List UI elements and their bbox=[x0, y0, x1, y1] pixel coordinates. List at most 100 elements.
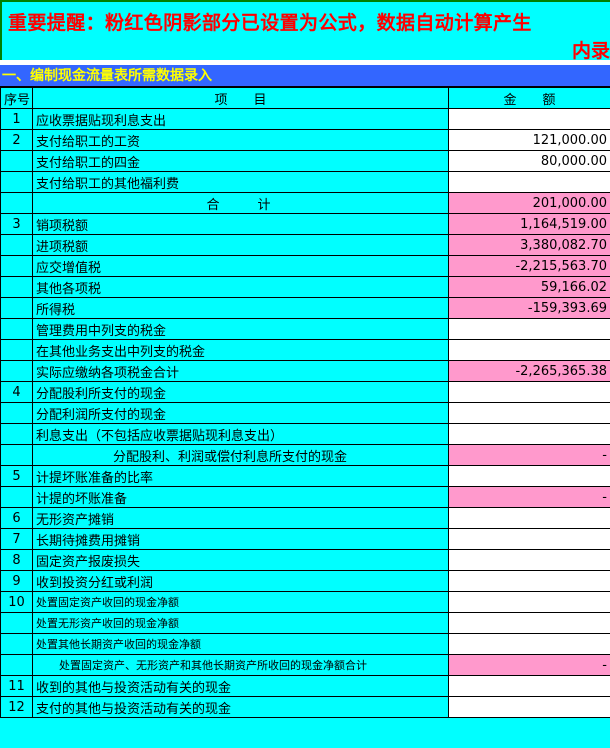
row-seq-cell[interactable]: 5 bbox=[0, 465, 33, 487]
input-amount-cell[interactable] bbox=[448, 381, 610, 403]
row-item-cell[interactable]: 合 计 bbox=[32, 192, 449, 214]
input-amount-cell[interactable] bbox=[448, 549, 610, 571]
formula-amount-cell[interactable]: -159,393.69 bbox=[448, 297, 610, 319]
row-seq-cell[interactable]: 4 bbox=[0, 381, 33, 403]
row-item-cell[interactable]: 长期待摊费用摊销 bbox=[32, 528, 449, 550]
input-amount-cell[interactable]: 121,000.00 bbox=[448, 129, 610, 151]
formula-amount-cell[interactable]: - bbox=[448, 444, 610, 466]
row-seq-cell[interactable] bbox=[0, 297, 33, 319]
input-amount-cell[interactable] bbox=[448, 171, 610, 193]
row-item-cell[interactable]: 收到的其他与投资活动有关的现金 bbox=[32, 675, 449, 697]
row-seq-cell[interactable]: 8 bbox=[0, 549, 33, 571]
row-seq-cell[interactable]: 6 bbox=[0, 507, 33, 529]
formula-amount-cell[interactable]: 3,380,082.70 bbox=[448, 234, 610, 256]
table-row: 利息支出（不包括应收票据贴现利息支出） bbox=[0, 423, 610, 445]
input-amount-cell[interactable] bbox=[448, 528, 610, 550]
section-title: 一、编制现金流量表所需数据录入 bbox=[0, 65, 610, 87]
row-item-cell[interactable]: 固定资产报废损失 bbox=[32, 549, 449, 571]
row-item-cell[interactable]: 处置无形资产收回的现金净额 bbox=[32, 612, 449, 634]
table-row: 7 长期待摊费用摊销 bbox=[0, 528, 610, 550]
input-amount-cell[interactable] bbox=[448, 612, 610, 634]
row-item-cell[interactable]: 支付的其他与投资活动有关的现金 bbox=[32, 696, 449, 718]
row-item-cell[interactable]: 其他各项税 bbox=[32, 276, 449, 298]
row-item-cell[interactable]: 支付给职工的其他福利费 bbox=[32, 171, 449, 193]
row-item-cell[interactable]: 分配股利、利润或偿付利息所支付的现金 bbox=[32, 444, 449, 466]
row-seq-cell[interactable] bbox=[0, 402, 33, 424]
row-item-cell[interactable]: 收到投资分红或利润 bbox=[32, 570, 449, 592]
row-item-cell[interactable]: 支付给职工的四金 bbox=[32, 150, 449, 172]
row-seq-cell[interactable] bbox=[0, 171, 33, 193]
row-seq-cell[interactable]: 3 bbox=[0, 213, 33, 235]
input-amount-cell[interactable] bbox=[448, 108, 610, 130]
row-seq-cell[interactable] bbox=[0, 360, 33, 382]
row-seq-cell[interactable] bbox=[0, 318, 33, 340]
row-seq-cell[interactable]: 11 bbox=[0, 675, 33, 697]
row-seq-cell[interactable] bbox=[0, 612, 33, 634]
row-seq-cell[interactable] bbox=[0, 486, 33, 508]
row-seq-cell[interactable]: 12 bbox=[0, 696, 33, 718]
row-seq-cell[interactable] bbox=[0, 192, 33, 214]
row-item-cell[interactable]: 实际应缴纳各项税金合计 bbox=[32, 360, 449, 382]
input-amount-cell[interactable] bbox=[448, 402, 610, 424]
table-row: 6 无形资产摊销 bbox=[0, 507, 610, 529]
row-seq-cell[interactable] bbox=[0, 633, 33, 655]
row-item-cell[interactable]: 应交增值税 bbox=[32, 255, 449, 277]
formula-amount-cell[interactable]: 1,164,519.00 bbox=[448, 213, 610, 235]
input-amount-cell[interactable] bbox=[448, 318, 610, 340]
row-item-cell[interactable]: 处置固定资产、无形资产和其他长期资产所收回的现金净额合计 bbox=[32, 654, 449, 676]
row-seq-cell[interactable] bbox=[0, 339, 33, 361]
row-item-cell[interactable]: 支付给职工的工资 bbox=[32, 129, 449, 151]
table-row: 8 固定资产报废损失 bbox=[0, 549, 610, 571]
row-item-cell[interactable]: 应收票据贴现利息支出 bbox=[32, 108, 449, 130]
formula-amount-cell[interactable]: - bbox=[448, 486, 610, 508]
table-row: 2 支付给职工的工资 121,000.00 bbox=[0, 129, 610, 151]
row-seq-cell[interactable]: 7 bbox=[0, 528, 33, 550]
formula-amount-cell[interactable]: -2,265,365.38 bbox=[448, 360, 610, 382]
formula-amount-cell[interactable]: -2,215,563.70 bbox=[448, 255, 610, 277]
input-amount-cell[interactable] bbox=[448, 675, 610, 697]
row-item-cell[interactable]: 进项税额 bbox=[32, 234, 449, 256]
table-row: 处置固定资产、无形资产和其他长期资产所收回的现金净额合计 - bbox=[0, 654, 610, 676]
row-item-cell[interactable]: 分配利润所支付的现金 bbox=[32, 402, 449, 424]
row-item-cell[interactable]: 在其他业务支出中列支的税金 bbox=[32, 339, 449, 361]
row-seq-cell[interactable] bbox=[0, 255, 33, 277]
row-seq-cell[interactable] bbox=[0, 444, 33, 466]
row-item-cell[interactable]: 管理费用中列支的税金 bbox=[32, 318, 449, 340]
row-item-cell[interactable]: 利息支出（不包括应收票据贴现利息支出） bbox=[32, 423, 449, 445]
table-row: 分配利润所支付的现金 bbox=[0, 402, 610, 424]
row-seq-cell[interactable]: 2 bbox=[0, 129, 33, 151]
table-row: 5 计提坏账准备的比率 bbox=[0, 465, 610, 487]
row-item-cell[interactable]: 计提的坏账准备 bbox=[32, 486, 449, 508]
row-item-cell[interactable]: 所得税 bbox=[32, 297, 449, 319]
row-item-cell[interactable]: 处置固定资产收回的现金净额 bbox=[32, 591, 449, 613]
formula-amount-cell[interactable]: - bbox=[448, 654, 610, 676]
row-seq-cell[interactable] bbox=[0, 276, 33, 298]
input-amount-cell[interactable] bbox=[448, 591, 610, 613]
input-amount-cell[interactable] bbox=[448, 570, 610, 592]
row-item-cell[interactable]: 计提坏账准备的比率 bbox=[32, 465, 449, 487]
input-amount-cell[interactable] bbox=[448, 633, 610, 655]
input-amount-cell[interactable] bbox=[448, 423, 610, 445]
row-seq-cell[interactable]: 9 bbox=[0, 570, 33, 592]
row-item-cell[interactable]: 无形资产摊销 bbox=[32, 507, 449, 529]
input-amount-cell[interactable] bbox=[448, 696, 610, 718]
formula-amount-cell[interactable]: 59,166.02 bbox=[448, 276, 610, 298]
table-row: 4 分配股利所支付的现金 bbox=[0, 381, 610, 403]
input-amount-cell[interactable] bbox=[448, 507, 610, 529]
table-row: 合 计 201,000.00 bbox=[0, 192, 610, 214]
input-amount-cell[interactable]: 80,000.00 bbox=[448, 150, 610, 172]
row-seq-cell[interactable]: 1 bbox=[0, 108, 33, 130]
table-row: 11 收到的其他与投资活动有关的现金 bbox=[0, 675, 610, 697]
table-row: 计提的坏账准备 - bbox=[0, 486, 610, 508]
row-seq-cell[interactable]: 10 bbox=[0, 591, 33, 613]
row-item-cell[interactable]: 销项税额 bbox=[32, 213, 449, 235]
row-item-cell[interactable]: 分配股利所支付的现金 bbox=[32, 381, 449, 403]
input-amount-cell[interactable] bbox=[448, 465, 610, 487]
row-seq-cell[interactable] bbox=[0, 654, 33, 676]
row-item-cell[interactable]: 处置其他长期资产收回的现金净额 bbox=[32, 633, 449, 655]
row-seq-cell[interactable] bbox=[0, 150, 33, 172]
input-amount-cell[interactable] bbox=[448, 339, 610, 361]
row-seq-cell[interactable] bbox=[0, 234, 33, 256]
formula-amount-cell[interactable]: 201,000.00 bbox=[448, 192, 610, 214]
row-seq-cell[interactable] bbox=[0, 423, 33, 445]
